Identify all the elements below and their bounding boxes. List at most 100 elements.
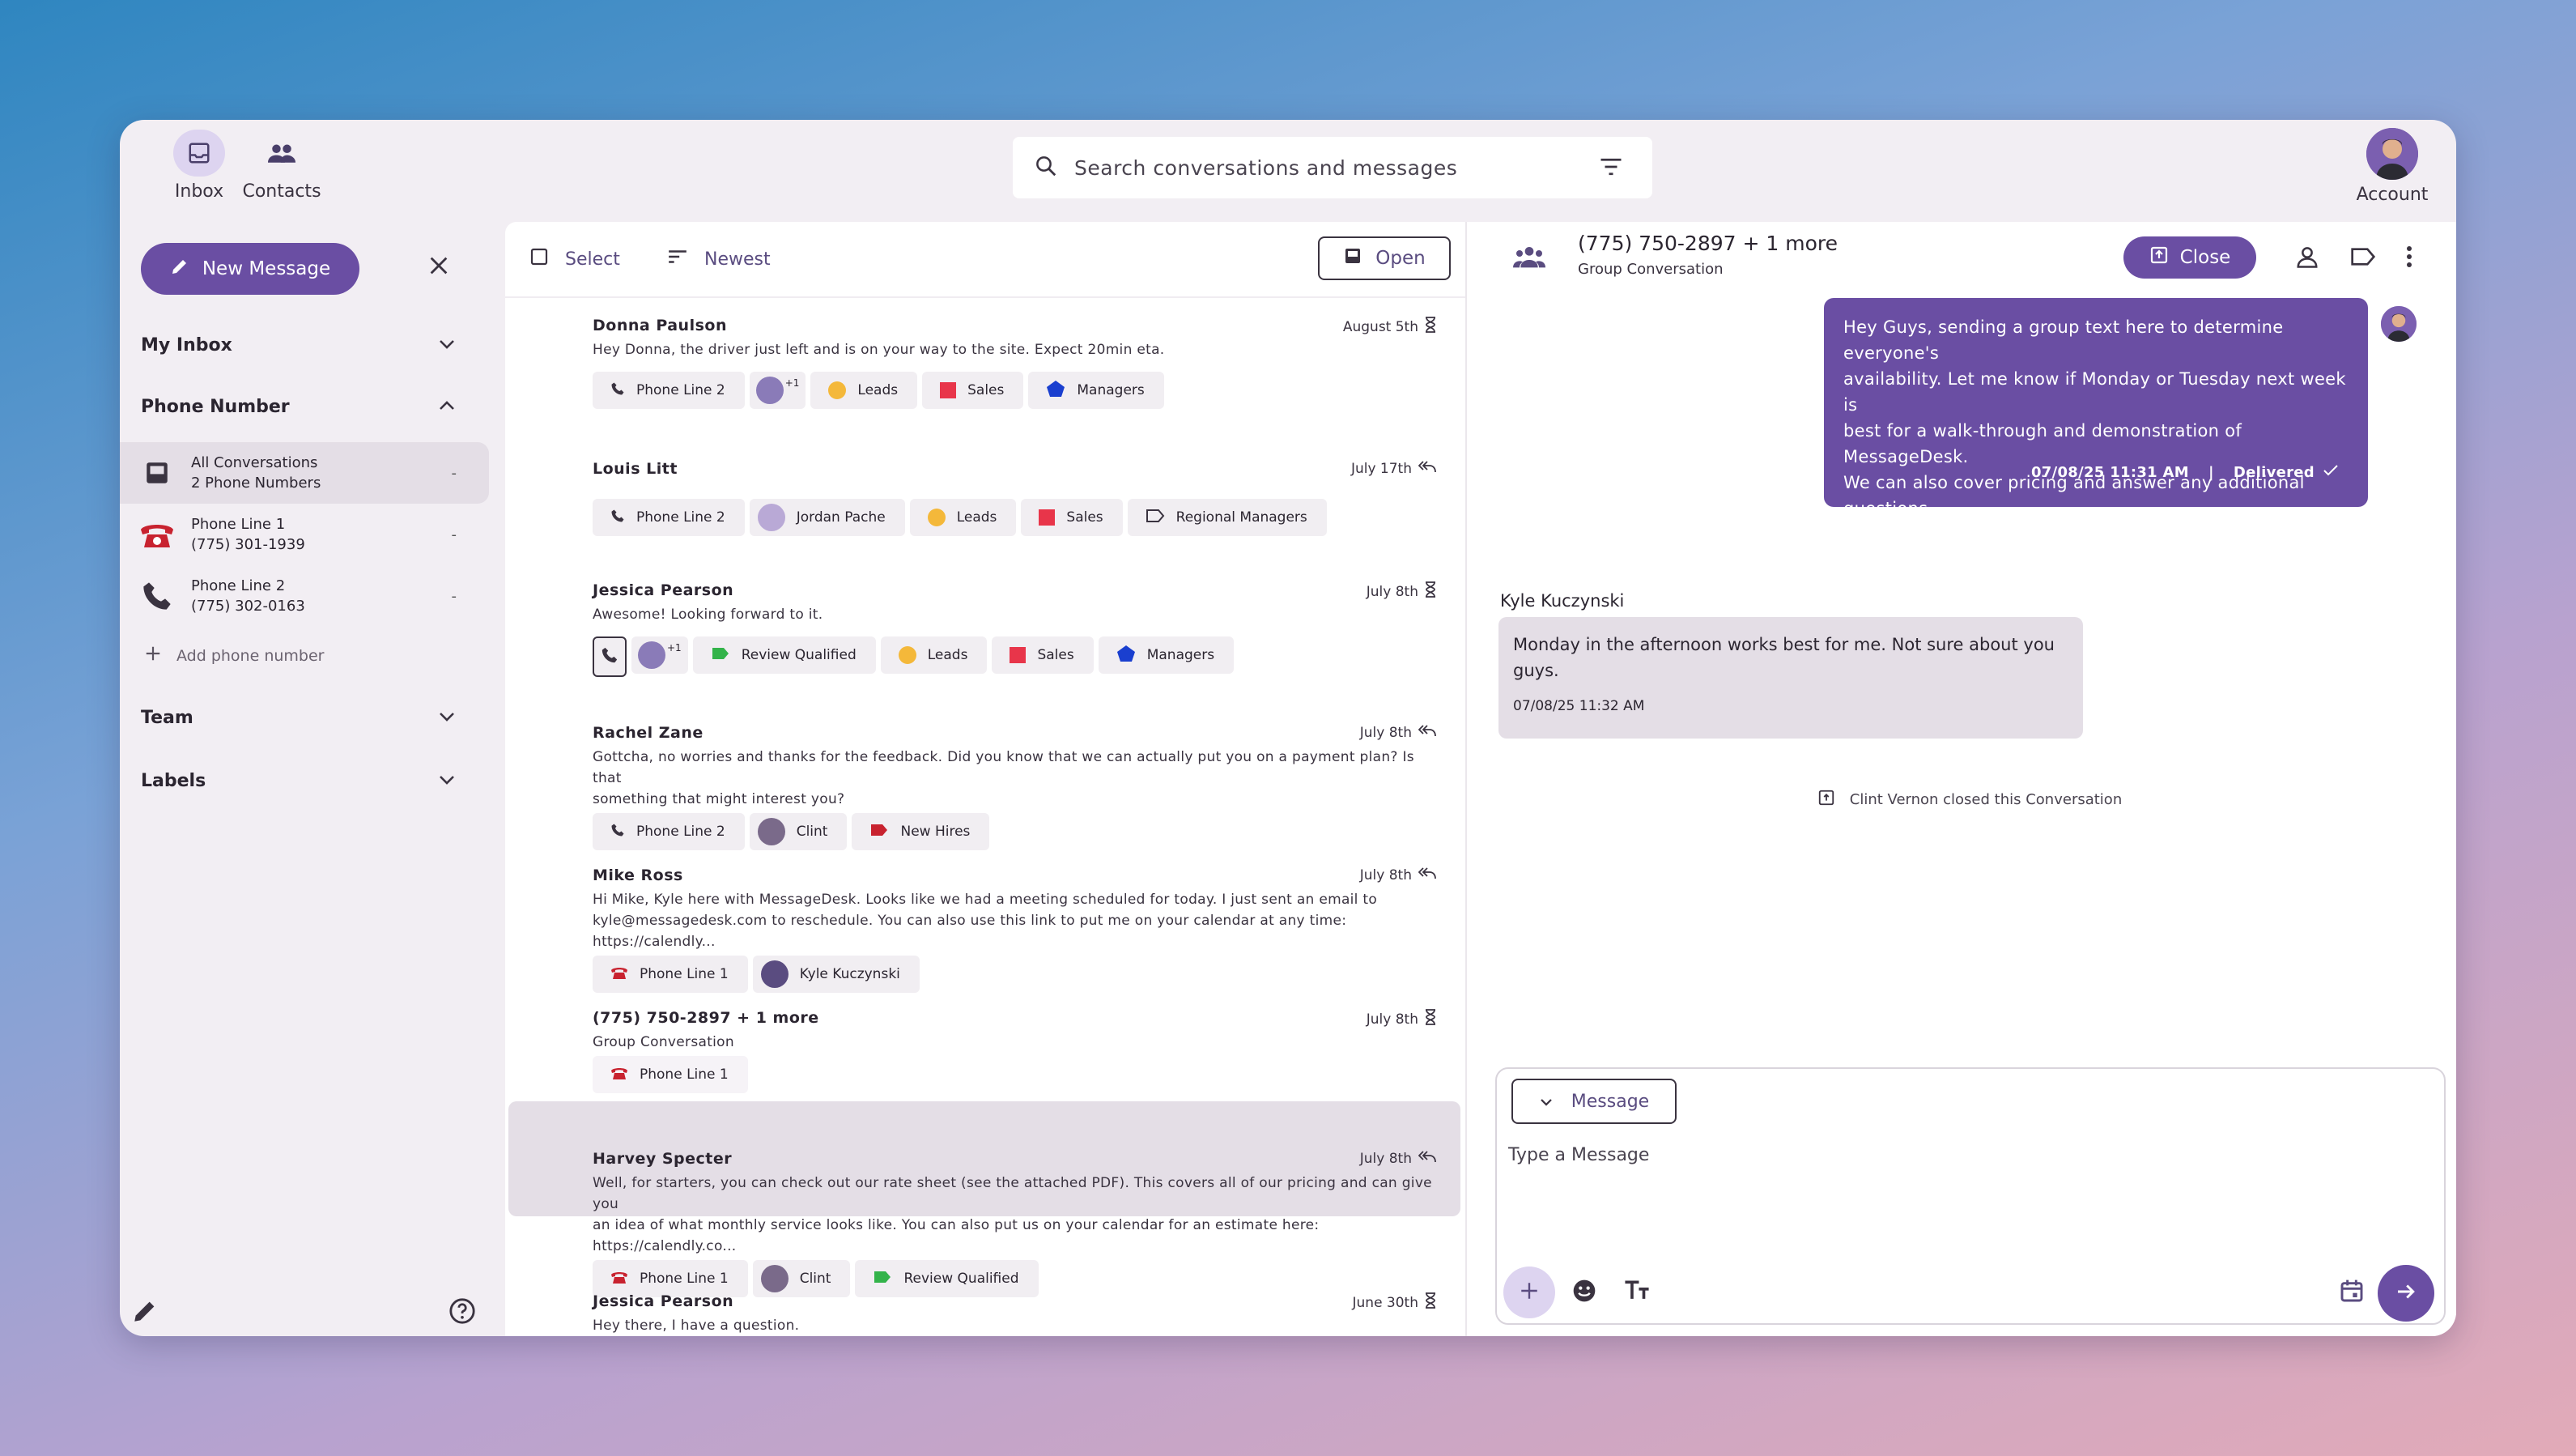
chip-phone-line: Phone Line 1	[593, 1056, 748, 1093]
conversation-row[interactable]: Harvey Specter Well, for starters, you c…	[593, 1150, 1451, 1297]
phone-number-section[interactable]: Phone Number	[141, 397, 457, 417]
message-line: availability. Let me know if Monday or T…	[1843, 369, 2346, 415]
phone-item-line-1[interactable]: Phone Line 1 (775) 301-1939 -	[120, 504, 489, 565]
conversation-row[interactable]: Rachel Zane Gottcha, no worries and than…	[593, 724, 1451, 850]
select-button[interactable]: Select	[529, 247, 620, 271]
message-composer: Message Type a Message	[1495, 1067, 2446, 1325]
chip-label-managers: Managers	[1028, 372, 1164, 409]
chip-label: Sales	[967, 382, 1005, 398]
close-label: Close	[2179, 247, 2231, 268]
red-telephone-icon	[134, 520, 180, 549]
conversation-row[interactable]: Mike Ross Hi Mike, Kyle here with Messag…	[593, 866, 1451, 993]
account-button[interactable]: Account	[2348, 128, 2437, 205]
edit-icon[interactable]	[131, 1297, 159, 1328]
my-inbox-label: My Inbox	[141, 335, 232, 355]
close-conversation-button[interactable]: Close	[2123, 236, 2256, 279]
team-section[interactable]: Team	[141, 708, 457, 728]
system-note: Clint Vernon closed this Conversation	[1678, 789, 2261, 811]
new-message-label: New Message	[202, 258, 331, 279]
pencil-icon	[170, 257, 189, 281]
red-telephone-icon	[610, 1066, 628, 1084]
chip-assignee: Kyle Kuczynski	[752, 956, 920, 993]
sort-button[interactable]: Newest	[667, 248, 771, 270]
conversation-row[interactable]: Jessica Pearson Awesome! Looking forward…	[593, 581, 1451, 677]
conversation-row[interactable]: Jessica Pearson Hey there, I have a ques…	[593, 1292, 1451, 1336]
help-icon[interactable]	[448, 1297, 476, 1328]
chip-label: Leads	[956, 509, 997, 526]
chip-label: Phone Line 1	[640, 1066, 729, 1083]
filter-icon[interactable]	[1599, 156, 1623, 181]
group-icon	[1513, 245, 1545, 272]
chip-phone-icon	[593, 636, 627, 677]
phone-item-sub: (775) 302-0163	[191, 598, 305, 615]
open-filter-button[interactable]: Open	[1318, 236, 1451, 280]
conversation-row[interactable]: Louis Litt July 17th Phone Line 2 Jordan…	[593, 460, 1451, 536]
chip-phone-line: Phone Line 1	[593, 956, 748, 993]
close-icon[interactable]	[427, 254, 450, 280]
add-phone-label: Add phone number	[176, 646, 325, 665]
new-message-button[interactable]: New Message	[141, 243, 359, 295]
add-attachment-button[interactable]	[1503, 1267, 1555, 1318]
meta-separator: |	[2208, 464, 2214, 481]
text-format-icon[interactable]	[1623, 1278, 1651, 1305]
more-vert-icon[interactable]	[2404, 245, 2415, 272]
search-bar[interactable]: Search conversations and messages	[1013, 137, 1652, 198]
square-icon	[940, 382, 957, 398]
contacts-icon	[256, 130, 308, 177]
message-preview: Hey there, I have a question.	[593, 1318, 800, 1334]
chip-label-leads: Leads	[810, 372, 918, 409]
date-text: July 8th	[1359, 866, 1412, 883]
chip-label-sales: Sales	[922, 372, 1024, 409]
conversation-date: July 8th	[1360, 724, 1436, 741]
message-preview: Hey Donna, the driver just left and is o…	[593, 342, 1165, 358]
avatar	[757, 504, 785, 531]
team-label: Team	[141, 708, 193, 728]
chip-label: Phone Line 2	[636, 509, 725, 526]
select-label: Select	[565, 249, 620, 270]
chip-label: Phone Line 1	[640, 1271, 729, 1287]
conversation-date: August 5th	[1343, 317, 1436, 337]
chat-title: (775) 750-2897 + 1 more	[1578, 232, 1838, 255]
label-tag-icon[interactable]	[2350, 246, 2376, 270]
circle-icon	[898, 646, 916, 664]
chip-label: Clint	[799, 1271, 831, 1287]
contact-name: Jessica Pearson	[593, 1292, 734, 1310]
reply-all-icon	[1418, 460, 1436, 477]
top-bar: Inbox Contacts Search conversations and …	[120, 120, 2456, 215]
preview-line: something that might interest you?	[593, 791, 845, 807]
reply-all-icon	[1418, 724, 1436, 741]
phone-item-line-2[interactable]: Phone Line 2 (775) 302-0163 -	[120, 565, 489, 627]
square-icon	[1039, 509, 1056, 526]
message-line: you might have.	[1843, 525, 1986, 544]
chip-label: Managers	[1077, 382, 1145, 398]
labels-section[interactable]: Labels	[141, 771, 457, 791]
avatar	[757, 818, 785, 845]
phone-item-title: Phone Line 1	[191, 516, 286, 533]
message-input[interactable]: Type a Message	[1508, 1145, 1649, 1165]
chevron-down-icon	[1539, 1092, 1554, 1112]
message-timestamp: 07/08/25 11:32 AM	[1513, 698, 1645, 714]
conversation-row[interactable]: Donna Paulson Hey Donna, the driver just…	[593, 317, 1451, 409]
search-input[interactable]: Search conversations and messages	[1074, 156, 1457, 180]
labels-label: Labels	[141, 771, 206, 791]
send-button[interactable]	[2378, 1265, 2434, 1322]
add-phone-number-link[interactable]: Add phone number	[144, 645, 324, 666]
nav-contacts-label: Contacts	[242, 181, 321, 202]
message-line: Monday in the afternoon works best for m…	[1513, 635, 2055, 654]
pentagon-icon	[1116, 645, 1136, 666]
conversation-date: July 8th	[1360, 1150, 1436, 1167]
chip-assignee: Clint	[749, 813, 848, 850]
emoji-icon[interactable]	[1571, 1278, 1597, 1307]
my-inbox-section[interactable]: My Inbox	[141, 335, 457, 355]
contact-person-icon[interactable]	[2295, 245, 2319, 272]
inbox-icon	[1343, 246, 1362, 270]
avatar	[760, 960, 789, 988]
chip-assignee-avatars: +1	[749, 372, 806, 409]
conversation-row-selected[interactable]: (775) 750-2897 + 1 more Group Conversati…	[593, 1009, 1451, 1093]
phone-item-sub: 2 Phone Numbers	[191, 475, 321, 492]
phone-item-all[interactable]: All Conversations 2 Phone Numbers -	[120, 442, 489, 504]
message-type-dropdown[interactable]: Message	[1511, 1079, 1677, 1124]
conversation-date: July 8th	[1367, 1009, 1436, 1029]
nav-contacts[interactable]: Contacts	[233, 130, 330, 202]
calendar-icon[interactable]	[2339, 1278, 2365, 1307]
